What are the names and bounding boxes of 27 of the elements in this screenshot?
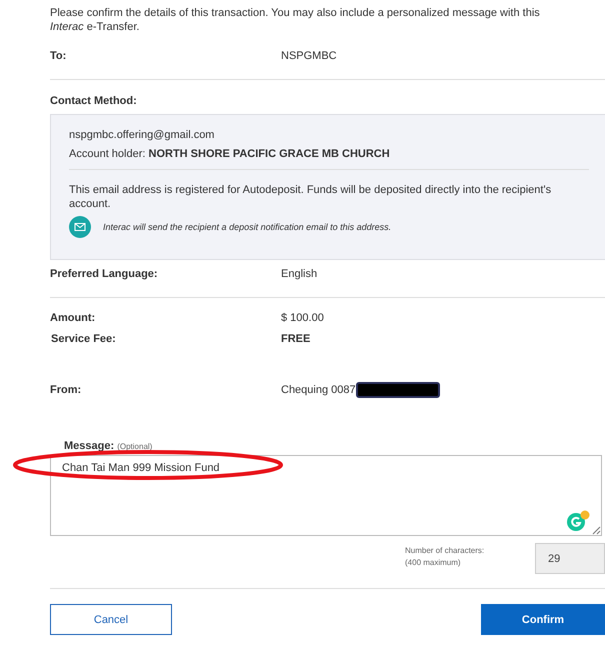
recipient-name: NSPGMBC xyxy=(281,50,337,64)
resize-grip-icon[interactable] xyxy=(592,526,601,535)
character-limit-text: (400 maximum) xyxy=(405,557,462,569)
contact-method-label: Contact Method: xyxy=(50,95,137,107)
autodeposit-note: This email address is registered for Autodeposit. Funds will be deposited directly into the recipient's account. xyxy=(69,183,552,211)
from-label: From: xyxy=(50,384,82,396)
language-label: Preferred Language: xyxy=(50,268,159,282)
character-count-field: 29 xyxy=(535,543,605,574)
optional-hint: (Optional) xyxy=(117,442,152,451)
confirm-button[interactable]: Confirm xyxy=(481,604,605,635)
amount-label: Amount: xyxy=(50,312,96,324)
instructions-text: Please confirm the details of this transaction. You may also include a personalized message with this Interac e-Transfer. xyxy=(50,6,541,34)
message-field[interactable]: Chan Tai Man 999 Mission Fund xyxy=(50,455,602,536)
account-value: Chequing 0087 xyxy=(281,384,356,396)
account-holder-text: Account holder: NORTH SHORE PACIFIC GRACE MB CHURCH xyxy=(69,148,391,160)
message-label: Message: xyxy=(64,440,114,452)
cancel-button[interactable]: Cancel xyxy=(50,604,172,635)
service-fee-label: Service Fee: xyxy=(50,333,117,345)
envelope-icon xyxy=(69,216,91,238)
to-label: To: xyxy=(50,50,68,64)
character-count-label: Number of characters: xyxy=(405,545,486,557)
language-value: English xyxy=(281,268,318,282)
email-address: nspgmbc.offering@gmail.com xyxy=(69,129,216,141)
notification-note: Interac will send the recipient a deposit notification email to this address. xyxy=(103,222,392,232)
amount-value: $ 100.00 xyxy=(281,312,324,324)
grammar-assistant-icon[interactable] xyxy=(566,510,590,532)
service-fee-value: FREE xyxy=(281,333,310,345)
